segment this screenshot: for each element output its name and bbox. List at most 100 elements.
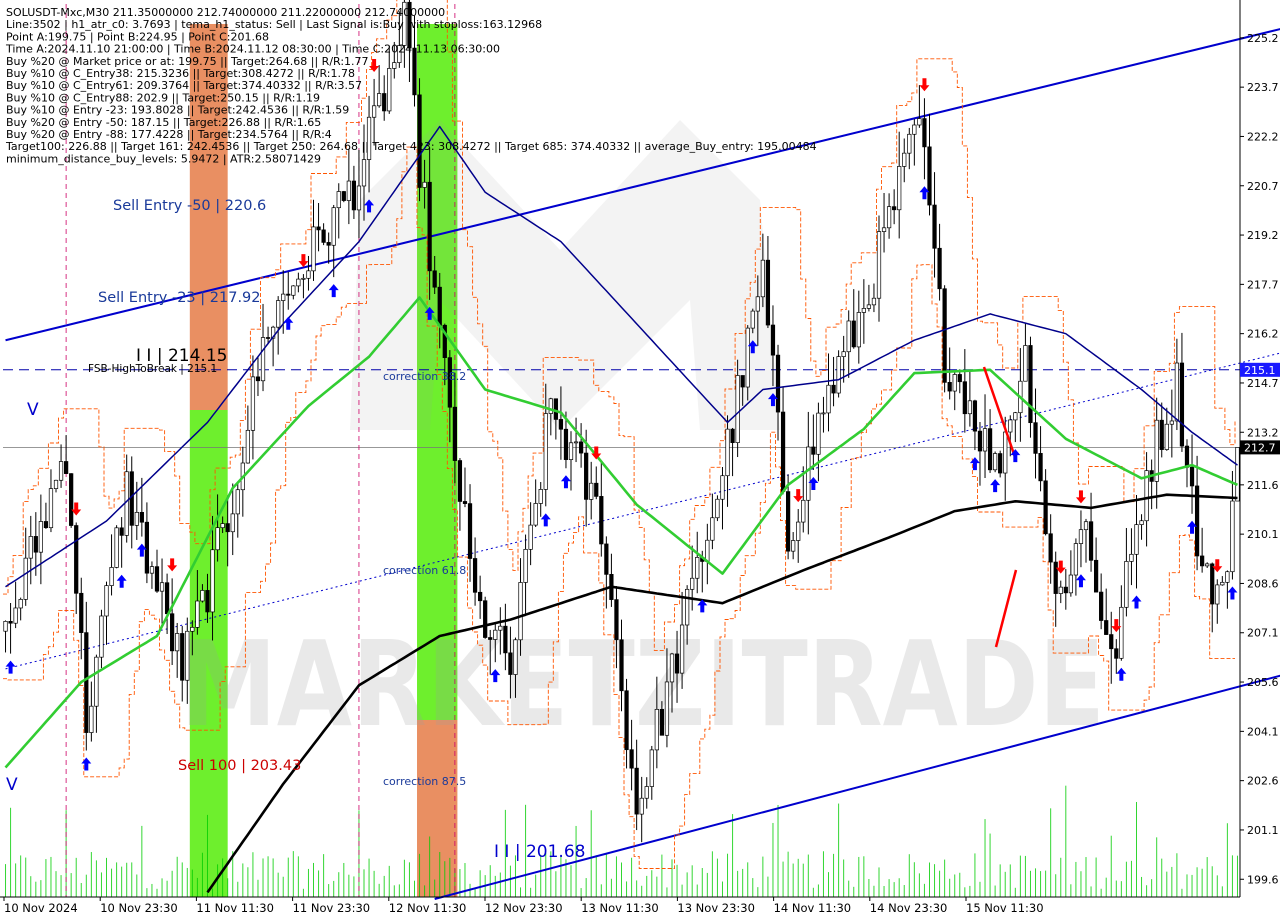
candle-body xyxy=(215,527,220,551)
candle-body xyxy=(1164,423,1169,450)
candle-body xyxy=(164,582,170,615)
candle-body xyxy=(886,206,892,229)
candle-body xyxy=(791,540,796,552)
candle-body xyxy=(932,204,937,249)
candle-body xyxy=(493,629,498,640)
candle-body xyxy=(382,93,387,112)
candle-body xyxy=(1189,466,1195,487)
candle-body xyxy=(947,382,952,392)
candle-body xyxy=(952,374,957,392)
price-tick-label: 219.2 xyxy=(1247,229,1279,242)
candle-body xyxy=(993,453,998,471)
candle-body xyxy=(306,270,311,279)
candle-body xyxy=(927,146,932,206)
candle-body xyxy=(144,521,150,574)
candle-body xyxy=(543,413,548,490)
header-line: Buy %20 @ Entry -50: 187.15 || Target:22… xyxy=(6,116,321,129)
time-tick-label: 14 Nov 11:30 xyxy=(774,901,852,915)
candle-body xyxy=(457,460,463,502)
watermark-text: MARKETZITRADE xyxy=(180,615,1105,753)
candle-body xyxy=(53,479,59,489)
candle-body xyxy=(467,503,473,559)
candle-body xyxy=(452,406,458,461)
candle-body xyxy=(861,308,866,313)
candle-body xyxy=(846,320,851,353)
candle-body xyxy=(276,300,281,328)
price-tick-label: 214.7 xyxy=(1247,377,1279,390)
candle-body xyxy=(235,489,240,515)
candle-body xyxy=(245,429,250,464)
header-line: Buy %20 @ Entry -88: 177.4228 || Target:… xyxy=(6,128,332,141)
candle-body xyxy=(1215,584,1220,605)
candle-body xyxy=(326,242,331,246)
candle-body xyxy=(624,690,629,751)
candle-body xyxy=(821,412,826,415)
header-line: Buy %10 @ C_Entry61: 209.3764 || Target:… xyxy=(6,79,362,92)
candle-body xyxy=(260,337,266,382)
candle-body xyxy=(1200,555,1205,567)
candle-body xyxy=(639,797,644,815)
candle-body xyxy=(533,503,538,526)
candle-body xyxy=(1154,419,1159,482)
candle-body xyxy=(1093,559,1099,593)
price-tick-label: 222.2 xyxy=(1247,130,1279,143)
candle-body xyxy=(584,452,589,500)
header-line: Time A:2024.11.10 21:00:00 | Time B:2024… xyxy=(5,43,500,56)
price-tick-label: 216.2 xyxy=(1247,328,1279,341)
candle-body xyxy=(917,118,922,126)
candle-body xyxy=(897,166,902,211)
candle-body xyxy=(1099,591,1104,621)
candle-body xyxy=(341,191,346,201)
correction-38-label: correction 38.2 xyxy=(383,370,466,383)
candle-body xyxy=(43,521,49,529)
candle-body xyxy=(74,525,79,594)
candle-body xyxy=(1028,345,1033,424)
candle-body xyxy=(200,590,205,602)
candle-body xyxy=(922,118,927,148)
candle-body xyxy=(301,277,306,280)
candle-body xyxy=(134,511,139,526)
candle-body xyxy=(1058,586,1063,594)
candle-body xyxy=(1033,422,1038,454)
candle-body xyxy=(472,558,478,593)
candle-body xyxy=(806,446,811,501)
candle-body xyxy=(594,482,599,497)
candle-body xyxy=(33,536,38,553)
candle-body xyxy=(710,517,715,541)
candle-body xyxy=(876,231,882,299)
candle-body xyxy=(634,767,639,815)
candle-body xyxy=(937,247,942,290)
candle-body xyxy=(1134,524,1139,555)
candle-body xyxy=(982,428,988,452)
candle-body xyxy=(99,615,104,658)
candle-body xyxy=(1179,362,1185,447)
candle-body xyxy=(1083,521,1089,531)
price-tick-label: 202.6 xyxy=(1247,775,1279,788)
candle-body xyxy=(659,708,665,736)
candle-body xyxy=(220,523,225,529)
candle-body xyxy=(38,521,43,553)
candle-body xyxy=(361,159,367,187)
candle-body xyxy=(705,539,710,562)
candle-body xyxy=(695,557,700,579)
correction-87-label: correction 87.5 xyxy=(383,775,466,788)
candle-body xyxy=(573,441,579,444)
chart-root: MARKETZITRADE Sell Entry -50 | 220.6 Sell… xyxy=(0,0,1280,920)
sell-entry-50-label: Sell Entry -50 | 220.6 xyxy=(113,198,266,214)
wave-v-bottom-label: V xyxy=(6,775,18,795)
price-tick-label: 213.2 xyxy=(1247,426,1279,439)
candle-body xyxy=(1230,500,1235,573)
candlestick-chart: MARKETZITRADE Sell Entry -50 | 220.6 Sell… xyxy=(0,0,1280,920)
candle-body xyxy=(23,557,28,600)
candle-body xyxy=(942,288,947,383)
candle-body xyxy=(28,536,33,559)
candle-body xyxy=(336,191,341,209)
time-tick-label: 11 Nov 23:30 xyxy=(293,901,371,915)
candle-body xyxy=(437,286,442,326)
candle-body xyxy=(578,441,584,454)
candle-body xyxy=(1205,563,1210,567)
candle-body xyxy=(967,400,972,415)
header-line: Buy %10 @ Entry -23: 193.8028 || Target:… xyxy=(6,104,349,117)
candle-body xyxy=(1169,420,1174,425)
candle-body xyxy=(720,475,725,500)
